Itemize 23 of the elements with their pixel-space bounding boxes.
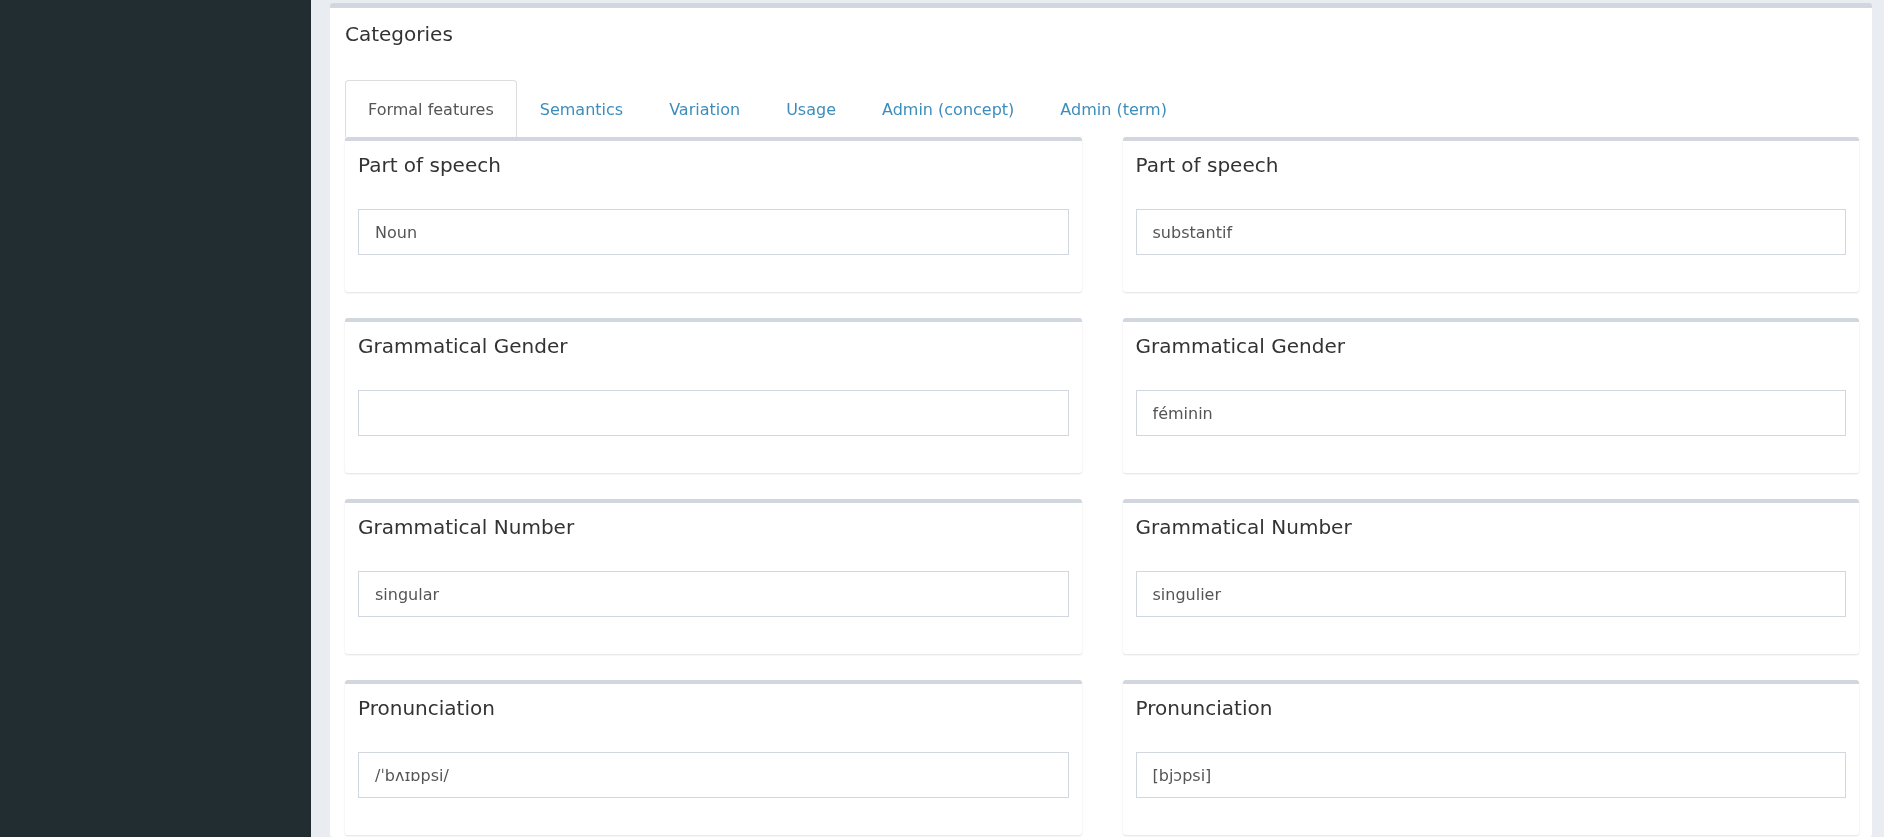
- tab[interactable]: Admin (term): [1037, 80, 1190, 137]
- field-label: Pronunciation: [1135, 696, 1274, 722]
- tab[interactable]: Admin (concept): [859, 80, 1038, 137]
- field-label: Pronunciation: [358, 696, 496, 722]
- text-input[interactable]: féminin: [1135, 390, 1846, 436]
- tab[interactable]: Formal features: [345, 80, 517, 137]
- tab[interactable]: Semantics: [516, 80, 647, 137]
- text-input[interactable]: [358, 390, 1069, 436]
- text-input[interactable]: substantif: [1135, 209, 1846, 255]
- field-label: Part of speech: [358, 153, 502, 179]
- text-input[interactable]: /ˈbʌɪɒpsi/: [358, 752, 1069, 798]
- field-label: Grammatical Number: [1135, 515, 1353, 541]
- text-input[interactable]: [bjɔpsi]: [1135, 752, 1846, 798]
- field-label: Grammatical Gender: [1135, 334, 1346, 360]
- text-input[interactable]: singulier: [1135, 571, 1846, 617]
- tab[interactable]: Variation: [646, 80, 764, 137]
- text-input[interactable]: Noun: [358, 209, 1069, 255]
- field-label: Part of speech: [1135, 153, 1280, 179]
- field-label: Grammatical Gender: [358, 334, 569, 360]
- tab[interactable]: Usage: [763, 80, 859, 137]
- panel-title: Categories: [345, 21, 454, 48]
- text-input[interactable]: singular: [358, 571, 1069, 617]
- field-label: Grammatical Number: [358, 515, 576, 541]
